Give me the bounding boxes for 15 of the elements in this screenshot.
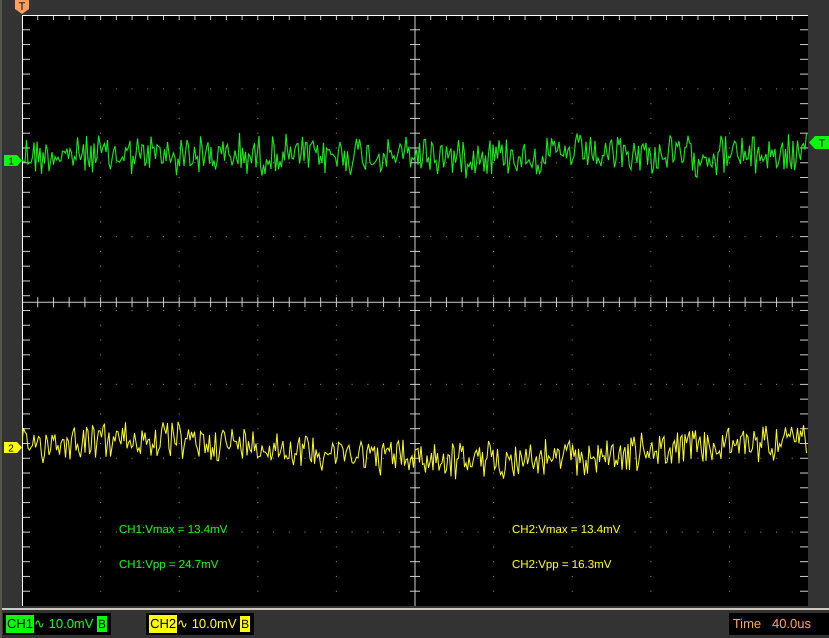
trigger-position-marker[interactable]: T [15,0,31,15]
trigger-level-marker[interactable]: T [809,136,829,149]
measurement-readout: CH2:Vmax = 13.4mV [512,525,620,536]
timebase-readout[interactable]: Time 40.0us [728,613,829,635]
marker-label: T [18,1,26,13]
marker-label: 1 [8,156,14,166]
measurement-readout: CH1:Vmax = 13.4mV [119,525,228,536]
measurement-readout: CH1:Vpp = 24.7mV [119,560,218,572]
marker-label: 2 [8,444,14,453]
channel-marker[interactable]: 2 [4,442,22,453]
marker-label: T [818,138,826,149]
channel-marker[interactable]: 1 [4,155,22,166]
channel-status[interactable]: CH1∿ 10.0mV B [3,613,112,635]
measurement-readout: CH2:Vpp = 16.3mV [512,560,612,572]
channel-status[interactable]: CH2∿ 10.0mV B [146,613,254,635]
